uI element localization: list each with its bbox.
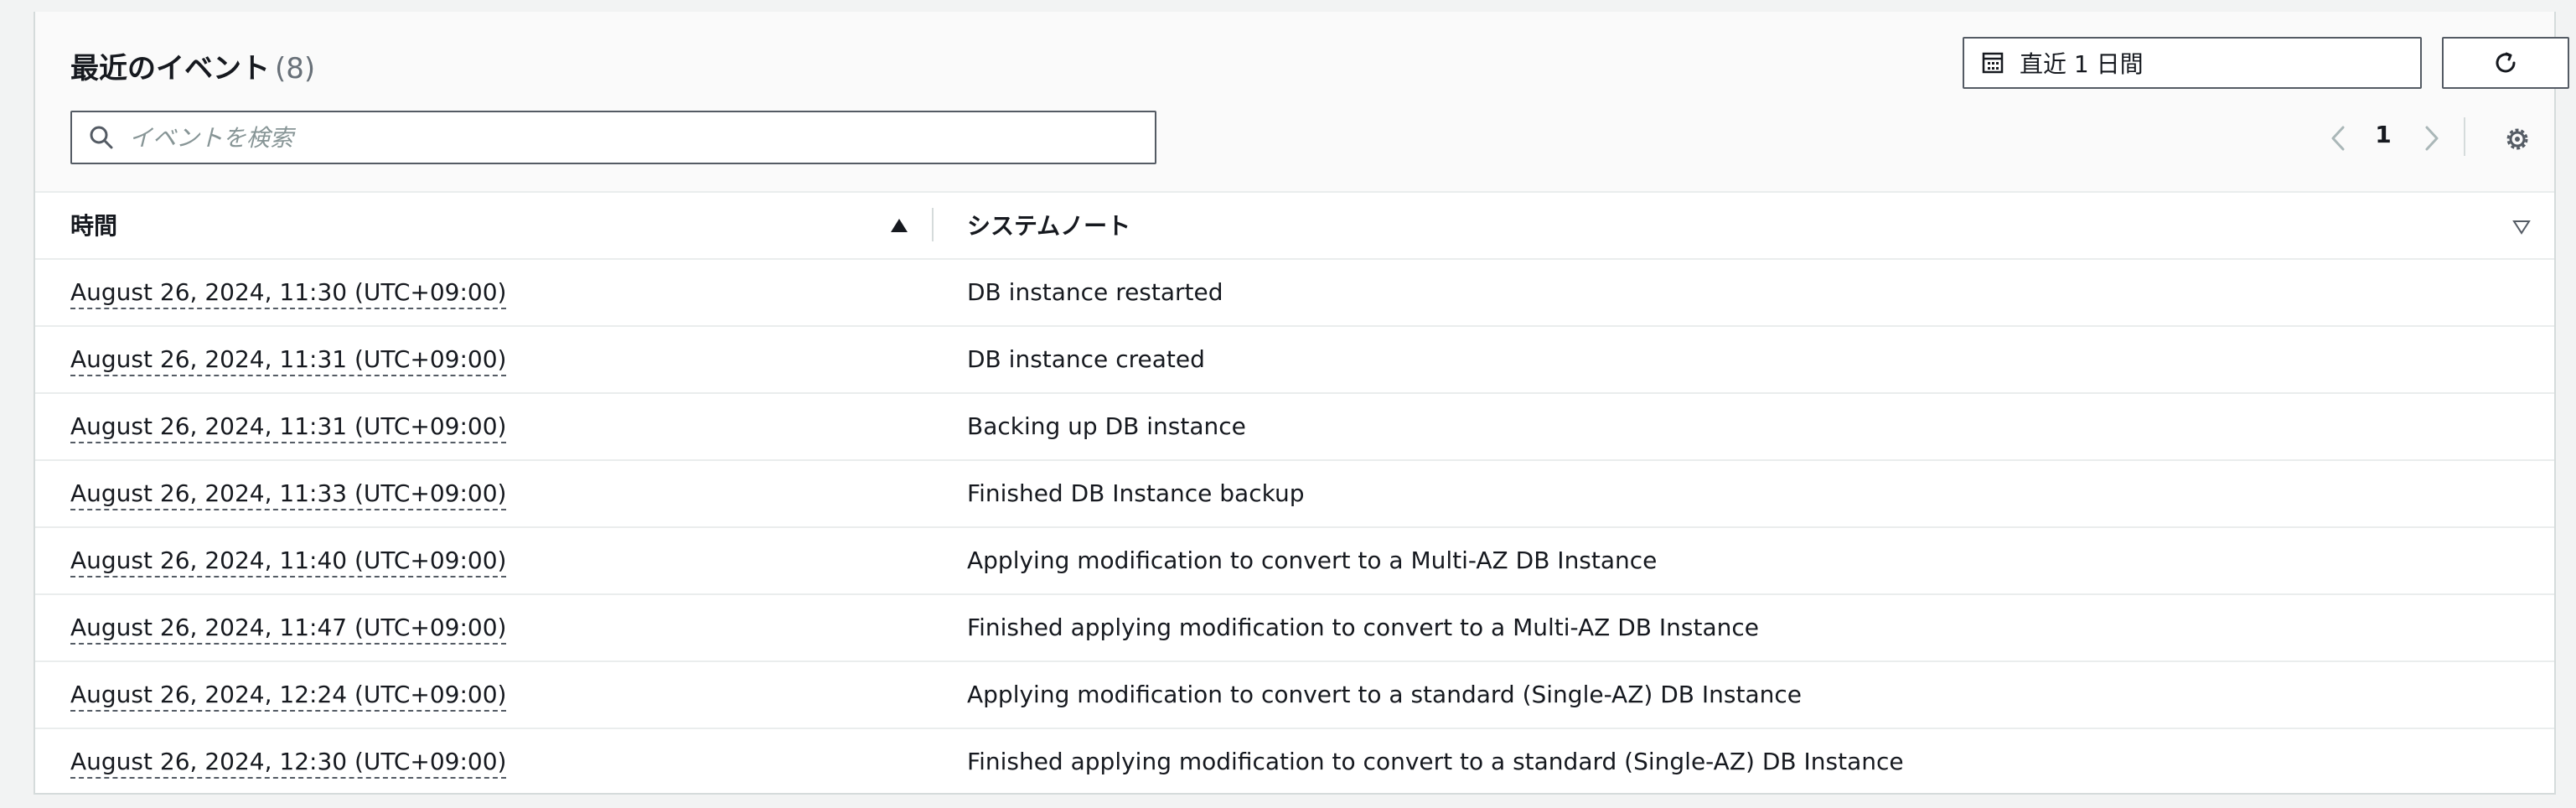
refresh-icon bbox=[2496, 52, 2516, 73]
event-system-note: DB instance restarted bbox=[967, 278, 1223, 306]
calendar-icon bbox=[1982, 52, 2004, 74]
table-row: August 26, 2024, 12:24 (UTC+09:00) Apply… bbox=[35, 662, 2554, 729]
event-time-link[interactable]: August 26, 2024, 11:31 (UTC+09:00) bbox=[70, 412, 507, 443]
event-time-link[interactable]: August 26, 2024, 11:30 (UTC+09:00) bbox=[70, 278, 507, 309]
table-row: August 26, 2024, 12:30 (UTC+09:00) Finis… bbox=[35, 729, 2554, 795]
event-time-link[interactable]: August 26, 2024, 11:33 (UTC+09:00) bbox=[70, 479, 507, 510]
refresh-button[interactable] bbox=[2442, 37, 2569, 89]
recent-events-panel: 最近のイベント (8) 直近 1 日間 イベントを検索 1 時間 システムノート… bbox=[34, 12, 2569, 795]
search-input[interactable] bbox=[127, 122, 1120, 153]
panel-title: 最近のイベント (8) bbox=[70, 52, 315, 85]
chevron-right-icon[interactable] bbox=[2418, 124, 2444, 153]
event-time-link[interactable]: August 26, 2024, 11:40 (UTC+09:00) bbox=[70, 546, 507, 578]
event-system-note: Applying modification to convert to a Mu… bbox=[967, 546, 1658, 574]
events-table-body: August 26, 2024, 11:30 (UTC+09:00) DB in… bbox=[35, 260, 2554, 795]
pager-divider bbox=[2464, 117, 2465, 156]
event-system-note: Applying modification to convert to a st… bbox=[967, 681, 1802, 708]
chevron-left-icon[interactable] bbox=[2326, 124, 2351, 153]
column-header-system-note[interactable]: システムノート bbox=[967, 191, 2475, 258]
panel-header: 最近のイベント (8) 直近 1 日間 イベントを検索 1 bbox=[35, 12, 2569, 193]
sort-ascending-icon[interactable] bbox=[890, 218, 908, 233]
event-time-link[interactable]: August 26, 2024, 11:47 (UTC+09:00) bbox=[70, 614, 507, 645]
search-icon bbox=[90, 126, 113, 149]
column-resize-handle[interactable] bbox=[932, 208, 934, 241]
event-system-note: Finished applying modification to conver… bbox=[967, 614, 1760, 641]
column-header-time[interactable]: 時間 bbox=[70, 191, 908, 258]
event-system-note: DB instance created bbox=[967, 345, 1205, 373]
table-row: August 26, 2024, 11:33 (UTC+09:00) Finis… bbox=[35, 461, 2554, 528]
table-row: August 26, 2024, 11:31 (UTC+09:00) DB in… bbox=[35, 327, 2554, 394]
event-time-link[interactable]: August 26, 2024, 11:31 (UTC+09:00) bbox=[70, 345, 507, 376]
event-count: (8) bbox=[275, 52, 316, 85]
panel-title-text: 最近のイベント bbox=[70, 52, 270, 85]
table-row: August 26, 2024, 11:40 (UTC+09:00) Apply… bbox=[35, 528, 2554, 595]
table-row: August 26, 2024, 11:31 (UTC+09:00) Backi… bbox=[35, 394, 2554, 461]
event-system-note: Backing up DB instance bbox=[967, 412, 1246, 440]
event-search-field[interactable] bbox=[70, 111, 1156, 164]
event-time-link[interactable]: August 26, 2024, 12:30 (UTC+09:00) bbox=[70, 748, 507, 779]
time-range-selector[interactable]: 直近 1 日間 bbox=[1963, 37, 2422, 89]
current-page-number[interactable]: 1 bbox=[2367, 121, 2400, 148]
time-range-label: 直近 1 日間 bbox=[2020, 50, 2144, 78]
gear-icon[interactable] bbox=[2502, 124, 2532, 154]
sort-unsorted-icon[interactable] bbox=[2512, 220, 2531, 235]
event-system-note: Finished DB Instance backup bbox=[967, 479, 1305, 507]
table-row: August 26, 2024, 11:30 (UTC+09:00) DB in… bbox=[35, 260, 2554, 327]
event-system-note: Finished applying modification to conver… bbox=[967, 748, 1904, 775]
table-row: August 26, 2024, 11:47 (UTC+09:00) Finis… bbox=[35, 595, 2554, 662]
event-time-link[interactable]: August 26, 2024, 12:24 (UTC+09:00) bbox=[70, 681, 507, 712]
